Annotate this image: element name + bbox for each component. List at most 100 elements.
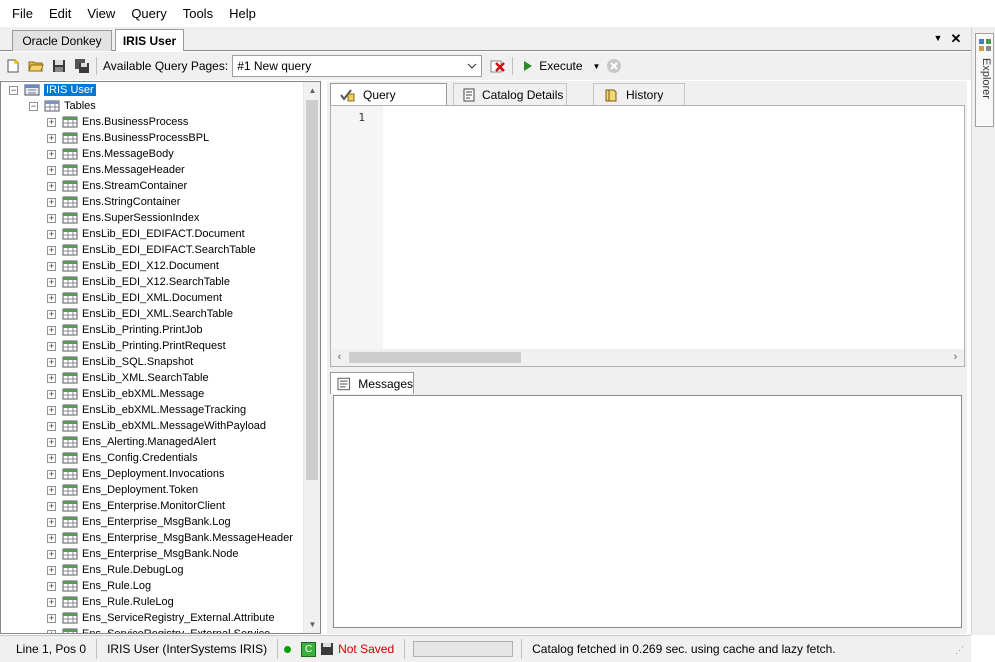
tree-table-row[interactable]: + Ens.StreamContainer [1, 178, 304, 194]
tree-table-label[interactable]: Ens.MessageBody [82, 148, 174, 160]
tree-table-label[interactable]: Ens_Rule.DebugLog [82, 564, 184, 576]
tree-table-label[interactable]: EnsLib_Printing.PrintRequest [82, 340, 226, 352]
tree-table-label[interactable]: EnsLib_EDI_EDIFACT.SearchTable [82, 244, 256, 256]
tree-table-label[interactable]: Ens_Alerting.ManagedAlert [82, 436, 216, 448]
expand-icon[interactable]: + [47, 373, 56, 383]
menu-query[interactable]: Query [123, 0, 174, 27]
expand-icon[interactable]: + [47, 549, 56, 559]
expand-icon[interactable]: + [47, 517, 56, 527]
expand-icon[interactable]: + [47, 277, 56, 287]
execute-button[interactable]: Execute [523, 59, 583, 73]
expand-icon[interactable]: + [47, 533, 56, 543]
tree-table-row[interactable]: + Ens_Rule.Log [1, 578, 304, 594]
tree-table-row[interactable]: + Ens_Rule.RuleLog [1, 594, 304, 610]
expand-icon[interactable]: + [47, 261, 56, 271]
cancel-execution-button[interactable] [604, 56, 624, 76]
expand-icon[interactable]: + [47, 501, 56, 511]
tree-table-row[interactable]: + Ens.BusinessProcess [1, 114, 304, 130]
tree-table-label[interactable]: EnsLib_ebXML.Message [82, 388, 204, 400]
tree-table-row[interactable]: + Ens_Enterprise.MonitorClient [1, 498, 304, 514]
expand-icon[interactable]: + [47, 421, 56, 431]
tree-table-label[interactable]: Ens_ServiceRegistry_External.Attribute [82, 612, 275, 624]
tree-table-row[interactable]: + Ens.BusinessProcessBPL [1, 130, 304, 146]
tree-table-label[interactable]: EnsLib_Printing.PrintJob [82, 324, 202, 336]
save-button[interactable] [49, 56, 69, 76]
tree-table-label[interactable]: Ens.BusinessProcess [82, 116, 188, 128]
tree-vertical-scrollbar[interactable]: ▲ ▼ [303, 82, 320, 633]
tree-table-label[interactable]: Ens_Rule.RuleLog [82, 596, 174, 608]
scroll-thumb[interactable] [349, 352, 521, 363]
close-tab-icon[interactable]: ✕ [948, 31, 964, 47]
expand-icon[interactable]: + [47, 325, 56, 335]
tab-catalog-details[interactable]: Catalog Details [453, 83, 567, 105]
tree-table-label[interactable]: EnsLib_XML.SearchTable [82, 372, 209, 384]
sql-editor[interactable]: 1 ‹ › [330, 105, 965, 367]
expand-icon[interactable]: + [47, 405, 56, 415]
expand-icon[interactable]: + [47, 469, 56, 479]
tree-table-row[interactable]: + Ens_Deployment.Invocations [1, 466, 304, 482]
menu-edit[interactable]: Edit [41, 0, 79, 27]
tree-table-row[interactable]: + Ens_Deployment.Token [1, 482, 304, 498]
tree-table-row[interactable]: + Ens_ServiceRegistry_External.Attribute [1, 610, 304, 626]
tab-iris-user[interactable]: IRIS User [115, 29, 184, 51]
scroll-left-icon[interactable]: ‹ [331, 349, 348, 366]
expand-icon[interactable]: + [47, 629, 56, 633]
tree-table-row[interactable]: + Ens.MessageBody [1, 146, 304, 162]
expand-icon[interactable]: + [47, 453, 56, 463]
menu-help[interactable]: Help [221, 0, 264, 27]
tree-table-row[interactable]: + EnsLib_Printing.PrintJob [1, 322, 304, 338]
expand-icon[interactable]: + [47, 197, 56, 207]
editor-horizontal-scrollbar[interactable]: ‹ › [331, 349, 964, 366]
object-explorer-tree[interactable]: − IRIS User − Tables + Ens.BusinessProces… [0, 81, 321, 634]
tree-table-row[interactable]: + Ens.StringContainer [1, 194, 304, 210]
expand-icon[interactable]: + [47, 613, 56, 623]
tree-table-row[interactable]: + EnsLib_Printing.PrintRequest [1, 338, 304, 354]
tree-table-row[interactable]: + EnsLib_ebXML.Message [1, 386, 304, 402]
tree-root-label[interactable]: IRIS User [44, 84, 96, 96]
tree-table-label[interactable]: Ens_Config.Credentials [82, 452, 198, 464]
tree-table-row[interactable]: + Ens.MessageHeader [1, 162, 304, 178]
tree-table-row[interactable]: + EnsLib_ebXML.MessageTracking [1, 402, 304, 418]
tab-oracle-donkey[interactable]: Oracle Donkey [12, 30, 112, 51]
tree-table-label[interactable]: Ens_ServiceRegistry_External.Service [82, 628, 270, 633]
expand-icon[interactable]: + [47, 149, 56, 159]
tree-table-label[interactable]: EnsLib_EDI_XML.SearchTable [82, 308, 233, 320]
collapse-icon[interactable]: − [9, 85, 18, 95]
expand-icon[interactable]: + [47, 229, 56, 239]
menu-file[interactable]: File [4, 0, 41, 27]
open-button[interactable] [26, 56, 46, 76]
expand-icon[interactable]: + [47, 357, 56, 367]
tree-table-label[interactable]: Ens_Deployment.Invocations [82, 468, 224, 480]
tree-table-label[interactable]: EnsLib_ebXML.MessageTracking [82, 404, 246, 416]
expand-icon[interactable]: + [47, 213, 56, 223]
tree-table-label[interactable]: EnsLib_EDI_EDIFACT.Document [82, 228, 245, 240]
tree-table-label[interactable]: EnsLib_SQL.Snapshot [82, 356, 193, 368]
tree-table-row[interactable]: + EnsLib_EDI_EDIFACT.Document [1, 226, 304, 242]
tree-table-label[interactable]: Ens_Rule.Log [82, 580, 151, 592]
tab-messages[interactable]: Messages [330, 372, 414, 394]
tree-table-label[interactable]: Ens_Deployment.Token [82, 484, 198, 496]
tree-table-row[interactable]: + Ens_Config.Credentials [1, 450, 304, 466]
expand-icon[interactable]: + [47, 181, 56, 191]
messages-output[interactable] [333, 395, 962, 628]
save-all-button[interactable] [72, 56, 92, 76]
tree-table-label[interactable]: Ens.StringContainer [82, 196, 180, 208]
tree-table-row[interactable]: + EnsLib_ebXML.MessageWithPayload [1, 418, 304, 434]
tree-root-row[interactable]: − IRIS User [1, 82, 304, 98]
collapse-icon[interactable]: − [29, 101, 38, 111]
expand-icon[interactable]: + [47, 485, 56, 495]
expand-icon[interactable]: + [47, 565, 56, 575]
expand-icon[interactable]: + [47, 133, 56, 143]
expand-icon[interactable]: + [47, 293, 56, 303]
scroll-up-icon[interactable]: ▲ [304, 82, 320, 99]
execute-dropdown-icon[interactable]: ▼ [593, 62, 601, 71]
tab-history[interactable]: History [593, 83, 685, 105]
menu-view[interactable]: View [79, 0, 123, 27]
scroll-right-icon[interactable]: › [947, 349, 964, 366]
query-page-select[interactable]: #1 New query [232, 55, 483, 77]
expand-icon[interactable]: + [47, 165, 56, 175]
explorer-side-tab[interactable]: Explorer [975, 33, 994, 127]
tree-table-label[interactable]: Ens.MessageHeader [82, 164, 185, 176]
resize-grip-icon[interactable]: ⋰ [955, 645, 993, 660]
expand-icon[interactable]: + [47, 581, 56, 591]
